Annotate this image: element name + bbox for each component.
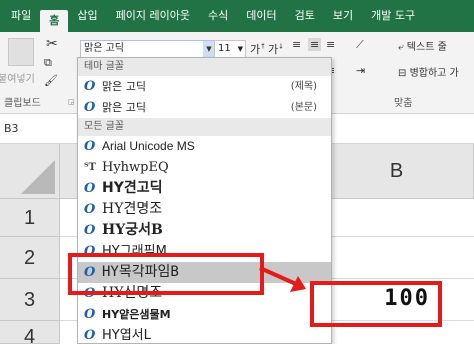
align-top-icon[interactable]: ≡ — [292, 38, 301, 51]
font-option[interactable]: O HY견고딕 — [78, 178, 331, 199]
font-option[interactable]: ᵀT HyhwpEQ — [78, 157, 331, 178]
opentype-font-icon: O — [84, 79, 96, 94]
opentype-font-icon: O — [84, 100, 96, 115]
font-option[interactable]: O 맑은 고딕 (제목) — [78, 76, 331, 97]
font-option[interactable]: O HY궁서B — [78, 220, 331, 241]
font-option[interactable]: O HY견명조 — [78, 199, 331, 220]
increase-font-icon[interactable]: 가↑ — [250, 41, 266, 57]
theme-fonts-header: 테마 글꼴 — [78, 58, 331, 76]
opentype-font-icon: O — [84, 181, 96, 196]
font-option[interactable]: O 맑은 고딕 (본문) — [78, 97, 331, 118]
indent-icon[interactable]: ⇥ — [356, 64, 365, 77]
opentype-font-icon: O — [84, 328, 96, 343]
row-header-4[interactable]: 4 — [0, 321, 60, 344]
font-option[interactable]: O HY얕은샘물M — [78, 304, 331, 325]
all-fonts-header: 모든 글꼴 — [78, 118, 331, 136]
column-header-b[interactable]: B — [320, 144, 474, 199]
font-option[interactable]: O HY엽서L — [78, 325, 331, 343]
row-header-2[interactable]: 2 — [0, 237, 60, 279]
name-box[interactable]: B3 — [4, 122, 19, 135]
tab-page-layout[interactable]: 페이지 레이아웃 — [107, 5, 199, 27]
opentype-font-icon: O — [84, 202, 96, 217]
row-header-1[interactable]: 1 — [0, 199, 60, 237]
align-middle-icon[interactable]: ≡ — [308, 38, 322, 51]
paste-icon[interactable] — [8, 38, 34, 66]
clipboard-group-label: 클립보드 — [4, 98, 41, 109]
tab-review[interactable]: 검토 — [286, 5, 324, 27]
alignment-group-label: 맞춤 — [394, 98, 413, 109]
font-size-value: 11 — [218, 43, 231, 54]
opentype-font-icon: O — [84, 223, 96, 238]
row-header-3[interactable]: 3 — [0, 279, 60, 321]
font-option[interactable]: O Arial Unicode MS — [78, 136, 331, 157]
tab-file[interactable]: 파일 — [2, 5, 40, 27]
chevron-down-icon[interactable]: ▼ — [238, 41, 243, 57]
tab-formulas[interactable]: 수식 — [199, 5, 237, 27]
opentype-font-icon: O — [84, 139, 96, 154]
highlight-box-font — [68, 253, 264, 295]
tab-view[interactable]: 보기 — [324, 5, 362, 27]
font-name-value: 맑은 고딕 — [84, 43, 124, 54]
decrease-font-icon[interactable]: 가↓ — [268, 41, 284, 57]
cut-icon[interactable]: ✂ — [46, 36, 58, 52]
copy-icon[interactable]: ⧉ — [44, 56, 52, 70]
tab-home[interactable]: 홈 — [40, 10, 69, 32]
tab-insert[interactable]: 삽입 — [68, 5, 106, 27]
font-size-combobox[interactable]: 11 ▼ — [214, 40, 246, 58]
ribbon-tab-bar: 파일 홈 삽입 페이지 레이아웃 수식 데이터 검토 보기 개발 도구 — [0, 0, 474, 32]
red-arrow-icon — [259, 266, 306, 292]
merge-center-button[interactable]: ⊟ 병합하고 가 — [398, 64, 459, 79]
paste-button[interactable]: 붙여넣기 — [0, 70, 35, 85]
wrap-text-icon: ⤶ — [398, 42, 404, 53]
font-dropdown-list[interactable]: 테마 글꼴 O 맑은 고딕 (제목) O 맑은 고딕 (본문) 모든 글꼴 O … — [77, 57, 332, 344]
truetype-font-icon: ᵀT — [84, 162, 96, 173]
tab-data[interactable]: 데이터 — [237, 5, 285, 27]
format-painter-icon[interactable]: 🖌 — [44, 74, 58, 87]
orientation-icon[interactable]: ⟋ — [356, 38, 364, 52]
opentype-font-icon: O — [84, 307, 96, 322]
select-all-corner[interactable] — [0, 144, 60, 199]
tab-developer[interactable]: 개발 도구 — [362, 5, 424, 27]
wrap-text-button[interactable]: ⤶ 텍스트 줄 — [398, 38, 447, 53]
clipboard-launcher-icon[interactable]: ◲ — [68, 98, 75, 106]
merge-icon: ⊟ — [398, 68, 407, 79]
align-bottom-icon[interactable]: ≡ — [326, 38, 335, 51]
wrap-text-label: 텍스트 줄 — [406, 42, 447, 53]
highlight-box-cell — [310, 281, 442, 327]
merge-label: 병합하고 가 — [409, 68, 459, 79]
font-name-combobox[interactable]: 맑은 고딕 ▼ — [80, 40, 216, 58]
